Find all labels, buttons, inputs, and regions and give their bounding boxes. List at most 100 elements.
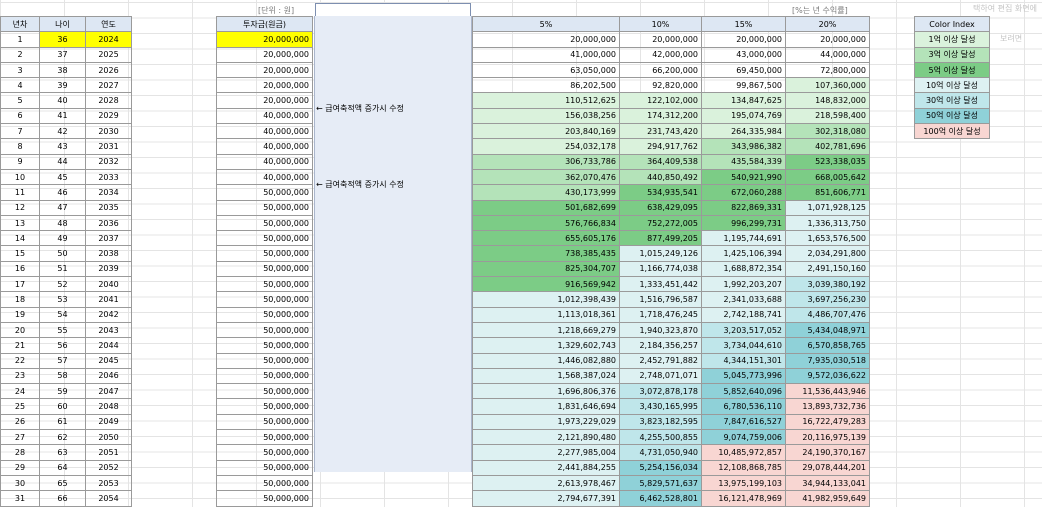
cell-projection-20[interactable]: 3,039,380,192	[785, 276, 870, 293]
cell-projection-20[interactable]: 107,360,000	[785, 77, 870, 94]
cell-year[interactable]: 2036	[85, 214, 132, 232]
cell-projection-15[interactable]: 672,060,288	[701, 184, 786, 201]
cell-projection-15[interactable]: 5,045,773,996	[701, 367, 786, 385]
cell-projection-15[interactable]: 1,688,872,354	[701, 260, 786, 278]
cell-year-index[interactable]: 4	[0, 77, 40, 94]
cell-age[interactable]: 40	[39, 92, 86, 109]
cell-projection-20[interactable]: 7,935,030,518	[785, 352, 870, 369]
cell-projection-20[interactable]: 72,800,000	[785, 61, 870, 79]
cell-projection-10[interactable]: 1,333,451,442	[619, 276, 702, 293]
cell-age[interactable]: 41	[39, 107, 86, 125]
cell-year-index[interactable]: 22	[0, 352, 40, 369]
cell-projection-5[interactable]: 1,218,669,279	[472, 321, 620, 339]
cell-investment[interactable]: 20,000,000	[216, 46, 313, 63]
cell-year[interactable]: 2054	[85, 490, 132, 507]
cell-investment[interactable]: 50,000,000	[216, 337, 313, 354]
cell-year-index[interactable]: 27	[0, 429, 40, 446]
cell-projection-5[interactable]: 203,840,169	[472, 123, 620, 140]
cell-projection-15[interactable]: 16,121,478,969	[701, 490, 786, 507]
cell-projection-5[interactable]: 501,682,699	[472, 199, 620, 216]
cell-projection-20[interactable]: 6,570,858,765	[785, 337, 870, 354]
cell-projection-10[interactable]: 1,166,774,038	[619, 260, 702, 278]
cell-projection-5[interactable]: 1,696,806,376	[472, 383, 620, 400]
cell-year-index[interactable]: 5	[0, 92, 40, 109]
cell-age[interactable]: 42	[39, 123, 86, 140]
cell-projection-20[interactable]: 16,722,479,283	[785, 413, 870, 431]
cell-investment[interactable]: 40,000,000	[216, 123, 313, 140]
cell-projection-10[interactable]: 1,940,323,870	[619, 321, 702, 339]
cell-projection-10[interactable]: 42,000,000	[619, 46, 702, 63]
cell-investment[interactable]: 50,000,000	[216, 398, 313, 415]
cell-investment[interactable]: 50,000,000	[216, 245, 313, 262]
cell-investment[interactable]: 50,000,000	[216, 291, 313, 308]
cell-projection-5[interactable]: 655,605,176	[472, 230, 620, 247]
cell-investment[interactable]: 50,000,000	[216, 459, 313, 476]
cell-projection-10[interactable]: 638,429,095	[619, 199, 702, 216]
cell-projection-15[interactable]: 9,074,759,006	[701, 429, 786, 446]
cell-investment[interactable]: 40,000,000	[216, 107, 313, 125]
cell-year[interactable]: 2027	[85, 77, 132, 94]
cell-projection-10[interactable]: 5,254,156,034	[619, 459, 702, 476]
cell-projection-5[interactable]: 110,512,625	[472, 92, 620, 109]
cell-projection-20[interactable]: 13,893,732,736	[785, 398, 870, 415]
cell-projection-10[interactable]: 122,102,000	[619, 92, 702, 109]
cell-projection-10[interactable]: 1,516,796,587	[619, 291, 702, 308]
cell-year[interactable]: 2029	[85, 107, 132, 125]
cell-year[interactable]: 2038	[85, 245, 132, 262]
cell-year-index[interactable]: 7	[0, 123, 40, 140]
cell-projection-20[interactable]: 20,000,000	[785, 31, 870, 48]
cell-investment[interactable]: 20,000,000	[216, 31, 313, 48]
cell-investment[interactable]: 40,000,000	[216, 168, 313, 186]
cell-projection-15[interactable]: 435,584,339	[701, 153, 786, 170]
cell-projection-20[interactable]: 1,071,928,125	[785, 199, 870, 216]
cell-projection-20[interactable]: 41,982,959,649	[785, 490, 870, 507]
cell-projection-15[interactable]: 13,975,199,103	[701, 474, 786, 492]
cell-year[interactable]: 2047	[85, 383, 132, 400]
cell-age[interactable]: 44	[39, 153, 86, 170]
cell-investment[interactable]: 50,000,000	[216, 490, 313, 507]
cell-year[interactable]: 2041	[85, 291, 132, 308]
cell-investment[interactable]: 50,000,000	[216, 383, 313, 400]
cell-projection-20[interactable]: 3,697,256,230	[785, 291, 870, 308]
cell-age[interactable]: 50	[39, 245, 86, 262]
cell-projection-5[interactable]: 1,446,082,880	[472, 352, 620, 369]
cell-investment[interactable]: 50,000,000	[216, 321, 313, 339]
cell-investment[interactable]: 50,000,000	[216, 199, 313, 216]
cell-projection-20[interactable]: 148,832,000	[785, 92, 870, 109]
cell-investment[interactable]: 50,000,000	[216, 444, 313, 461]
cell-year-index[interactable]: 17	[0, 276, 40, 293]
cell-investment[interactable]: 40,000,000	[216, 138, 313, 155]
cell-year-index[interactable]: 26	[0, 413, 40, 431]
cell-year[interactable]: 2040	[85, 276, 132, 293]
cell-projection-15[interactable]: 264,335,984	[701, 123, 786, 140]
cell-year[interactable]: 2045	[85, 352, 132, 369]
cell-projection-20[interactable]: 44,000,000	[785, 46, 870, 63]
cell-projection-20[interactable]: 4,486,707,476	[785, 306, 870, 323]
cell-projection-5[interactable]: 41,000,000	[472, 46, 620, 63]
cell-projection-5[interactable]: 916,569,942	[472, 276, 620, 293]
cell-projection-15[interactable]: 43,000,000	[701, 46, 786, 63]
cell-projection-5[interactable]: 63,050,000	[472, 61, 620, 79]
cell-projection-20[interactable]: 1,336,313,750	[785, 214, 870, 232]
cell-projection-10[interactable]: 752,272,005	[619, 214, 702, 232]
cell-year-index[interactable]: 29	[0, 459, 40, 476]
cell-age[interactable]: 59	[39, 383, 86, 400]
cell-projection-15[interactable]: 343,986,382	[701, 138, 786, 155]
cell-age[interactable]: 53	[39, 291, 86, 308]
cell-investment[interactable]: 50,000,000	[216, 413, 313, 431]
cell-projection-15[interactable]: 1,425,106,394	[701, 245, 786, 262]
cell-year[interactable]: 2043	[85, 321, 132, 339]
cell-year-index[interactable]: 19	[0, 306, 40, 323]
cell-year[interactable]: 2030	[85, 123, 132, 140]
cell-projection-15[interactable]: 6,780,536,110	[701, 398, 786, 415]
cell-age[interactable]: 51	[39, 260, 86, 278]
cell-projection-10[interactable]: 5,829,571,637	[619, 474, 702, 492]
cell-projection-20[interactable]: 34,944,133,041	[785, 474, 870, 492]
cell-projection-10[interactable]: 3,072,878,178	[619, 383, 702, 400]
cell-projection-5[interactable]: 2,121,890,480	[472, 429, 620, 446]
cell-year-index[interactable]: 3	[0, 61, 40, 79]
cell-projection-15[interactable]: 134,847,625	[701, 92, 786, 109]
cell-projection-20[interactable]: 11,536,443,946	[785, 383, 870, 400]
cell-projection-5[interactable]: 2,794,677,391	[472, 490, 620, 507]
cell-year-index[interactable]: 28	[0, 444, 40, 461]
